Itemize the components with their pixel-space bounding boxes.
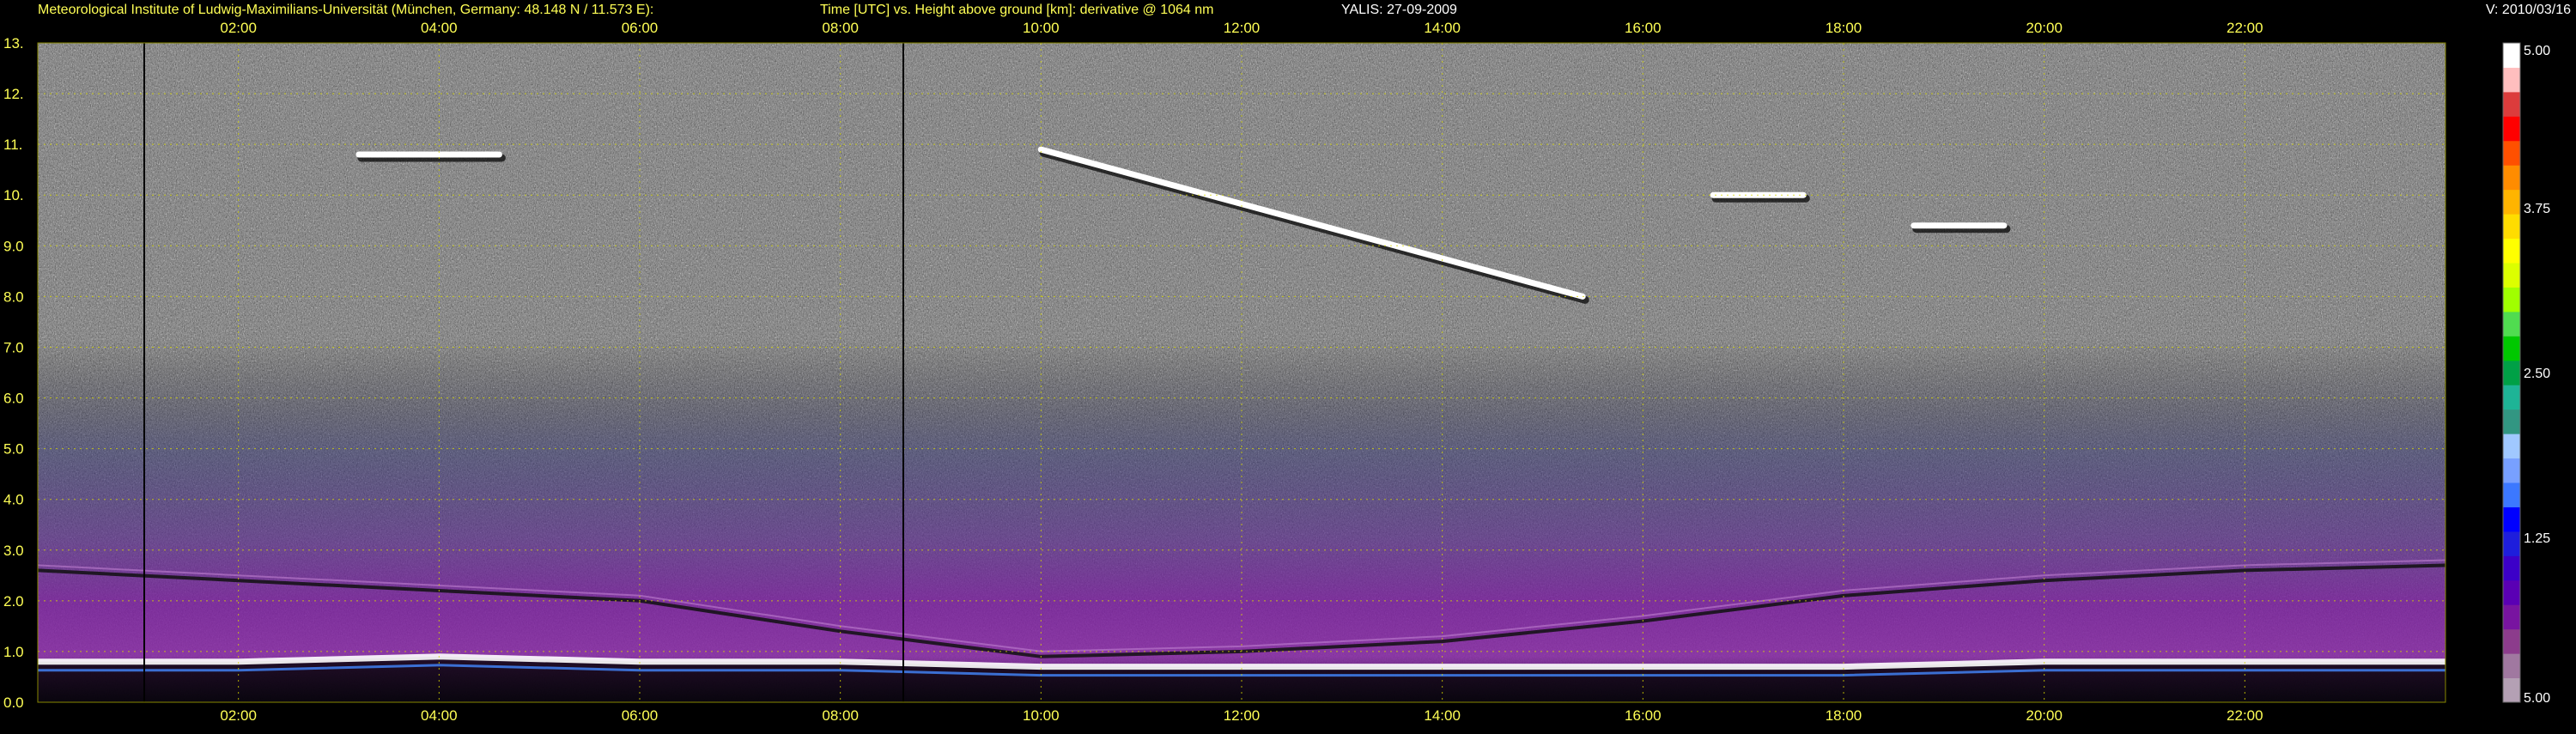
colorbar-tick-label: 3.75: [2524, 202, 2550, 216]
colorbar-tick-label: 2.50: [2524, 367, 2550, 381]
colorbar-segment: [2503, 385, 2520, 410]
colorbar-tick-label: 1.25: [2524, 531, 2550, 546]
header-version: V: 2010/03/16: [2486, 3, 2571, 17]
colorbar-segment: [2503, 189, 2520, 215]
colorbar-segment: [2503, 409, 2520, 434]
y-tick-label: 3.0: [3, 543, 24, 559]
y-tick-label: 6.0: [3, 391, 24, 407]
x-tick-label-bottom: 08:00: [822, 707, 859, 724]
y-tick-label: 10.: [3, 187, 24, 203]
header-instrument-date: YALIS: 27-09-2009: [1341, 3, 1457, 17]
x-tick-label-top: 14:00: [1424, 20, 1461, 36]
y-tick-label: 12.: [3, 86, 24, 102]
x-tick-label-bottom: 04:00: [421, 707, 458, 724]
colorbar-segment: [2503, 140, 2520, 166]
y-tick-label: 5.0: [3, 441, 24, 458]
colorbar-segment: [2503, 555, 2520, 581]
x-tick-label-top: 22:00: [2227, 20, 2263, 36]
colorbar-segment: [2503, 165, 2520, 191]
colorbar-segment: [2503, 91, 2520, 117]
x-tick-label-top: 18:00: [1826, 20, 1862, 36]
colorbar-segment: [2503, 238, 2520, 264]
y-tick-label: 0.0: [3, 695, 24, 711]
x-axis-bottom: 02:00 04:00 06:00 08:00 10:00 12:00 14:00 16:00…: [220, 707, 2263, 724]
y-tick-label: 1.0: [3, 644, 24, 660]
y-axis: 0.0 1.0 2.0 3.0 4.0 5.0 6.0 7.0 8.0 9.0 10. 11. 12. 1…: [3, 35, 24, 711]
header-institute: Meteorological Institute of Ludwig-Maxim…: [38, 3, 653, 17]
y-tick-label: 13.: [3, 35, 24, 52]
colorbar-segment: [2503, 360, 2520, 385]
colorbar-segment: [2503, 434, 2520, 459]
colorbar-segment: [2503, 653, 2520, 679]
x-axis-top: 02:00 04:00 06:00 08:00 10:00 12:00 14:00 16:00…: [220, 20, 2263, 36]
colorbar-segment: [2503, 579, 2520, 605]
colorbar-segment: [2503, 214, 2520, 240]
colorbar-segment: [2503, 336, 2520, 361]
colorbar-segment: [2503, 263, 2520, 288]
colorbar: 5.00 1.25 2.50 3.75 5.00: [2502, 42, 2550, 706]
colorbar-segment: [2503, 677, 2520, 703]
x-tick-label-bottom: 10:00: [1023, 707, 1060, 724]
x-tick-label-top: 06:00: [622, 20, 659, 36]
x-tick-label-bottom: 14:00: [1424, 707, 1461, 724]
lidar-heatmap-chart: Meteorological Institute of Ludwig-Maxim…: [3, 3, 2571, 724]
colorbar-segment: [2503, 604, 2520, 630]
colorbar-segment: [2503, 628, 2520, 654]
colorbar-segment: [2503, 458, 2520, 483]
lidar-chart-container: Meteorological Institute of Ludwig-Maxim…: [0, 0, 2576, 730]
colorbar-segment: [2503, 116, 2520, 142]
y-tick-label: 7.0: [3, 339, 24, 355]
y-tick-label: 11.: [3, 136, 22, 153]
colorbar-segment: [2503, 311, 2520, 337]
colorbar-segment: [2503, 43, 2520, 68]
x-tick-label-bottom: 02:00: [220, 707, 257, 724]
x-tick-label-top: 20:00: [2026, 20, 2063, 36]
x-tick-label-top: 16:00: [1625, 20, 1662, 36]
x-tick-label-top: 10:00: [1023, 20, 1060, 36]
x-tick-label-top: 02:00: [220, 20, 257, 36]
x-tick-label-bottom: 22:00: [2227, 707, 2263, 724]
y-tick-label: 8.0: [3, 288, 24, 305]
colorbar-segment: [2503, 507, 2520, 532]
header-axes-description: Time [UTC] vs. Height above ground [km]:…: [820, 3, 1214, 17]
x-tick-label-bottom: 06:00: [622, 707, 659, 724]
x-tick-label-bottom: 16:00: [1625, 707, 1662, 724]
plot-area: [38, 43, 2445, 702]
colorbar-segment: [2503, 531, 2520, 556]
x-tick-label-bottom: 20:00: [2026, 707, 2063, 724]
colorbar-segment: [2503, 482, 2520, 507]
x-tick-label-bottom: 18:00: [1826, 707, 1862, 724]
y-tick-label: 9.0: [3, 238, 24, 254]
colorbar-segment: [2503, 287, 2520, 312]
x-tick-label-top: 04:00: [421, 20, 458, 36]
x-tick-label-bottom: 12:00: [1224, 707, 1261, 724]
colorbar-tick-label: 5.00: [2524, 44, 2550, 58]
y-tick-label: 2.0: [3, 593, 24, 610]
colorbar-segment: [2503, 67, 2520, 93]
x-tick-label-top: 08:00: [822, 20, 859, 36]
x-tick-label-top: 12:00: [1224, 20, 1261, 36]
colorbar-tick-label: 5.00: [2524, 691, 2550, 706]
y-tick-label: 4.0: [3, 492, 24, 508]
